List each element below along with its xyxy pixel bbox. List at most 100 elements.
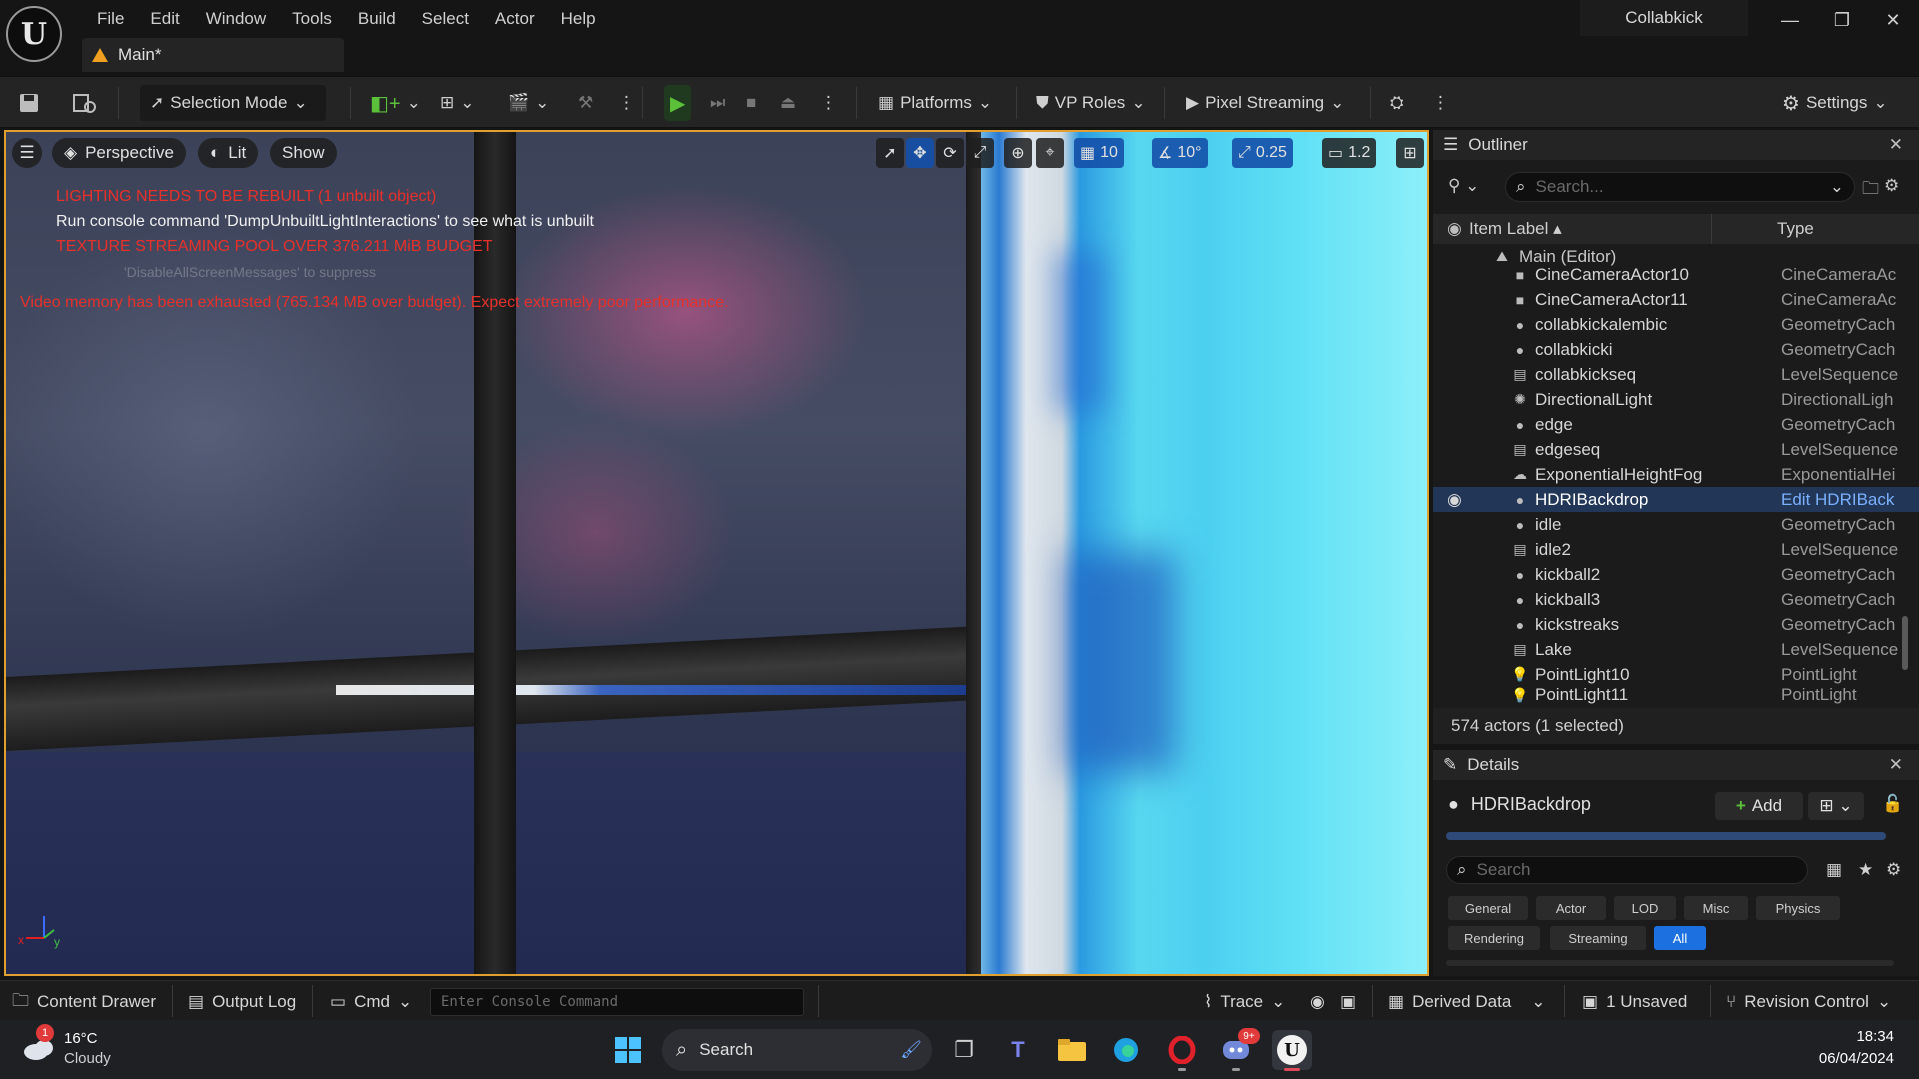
more-options-icon[interactable]: ⋮ <box>618 85 635 121</box>
record-icon[interactable]: ◉ <box>1310 989 1325 1015</box>
component-tree-row[interactable] <box>1446 832 1886 840</box>
scale-tool-icon[interactable]: ⤢ <box>966 138 994 168</box>
table-row[interactable]: ● idle GeometryCach <box>1433 512 1919 537</box>
blueprint-button[interactable]: ⊞ ⌄ <box>440 85 475 121</box>
pixel-streaming-dropdown[interactable]: ▶ Pixel Streaming ⌄ <box>1186 85 1344 121</box>
close-window-button[interactable]: ✕ <box>1867 0 1919 40</box>
star-icon[interactable]: ★ <box>1858 860 1873 880</box>
filter-streaming[interactable]: Streaming <box>1550 926 1646 950</box>
table-row[interactable]: ✺ DirectionalLight DirectionalLigh <box>1433 387 1919 412</box>
vp-roles-dropdown[interactable]: ⛊ VP Roles ⌄ <box>1036 85 1146 121</box>
derived-data-dropdown[interactable]: ▦ Derived Data ⌄ <box>1388 989 1546 1015</box>
filter-misc[interactable]: Misc <box>1684 896 1748 920</box>
table-row[interactable]: 💡 PointLight10 PointLight <box>1433 662 1919 687</box>
table-row[interactable]: ● kickball2 GeometryCach <box>1433 562 1919 587</box>
table-row-selected[interactable]: ◉ ● HDRIBackdrop Edit HDRIBack <box>1433 487 1919 512</box>
settings-dropdown[interactable]: ⚙ Settings ⌄ <box>1782 85 1888 121</box>
file-explorer-icon[interactable] <box>1052 1030 1092 1070</box>
revision-control-dropdown[interactable]: ⑂ Revision Control ⌄ <box>1726 989 1891 1015</box>
opera-browser-icon[interactable] <box>1162 1030 1202 1071</box>
table-row[interactable]: ● kickstreaks GeometryCach <box>1433 612 1919 637</box>
details-tab[interactable]: ✎ Details ✕ <box>1433 750 1919 780</box>
discord-icon[interactable]: 9+ <box>1216 1028 1260 1071</box>
camera-speed-button[interactable]: ▭ 1.2 <box>1322 138 1377 168</box>
viewport-menu-icon[interactable]: ☰ <box>12 138 42 168</box>
play-options-icon[interactable]: ⋮ <box>820 85 837 121</box>
filter-all[interactable]: All <box>1654 926 1706 950</box>
show-button[interactable]: Show <box>270 138 337 168</box>
play-button[interactable]: ▶ <box>664 85 692 121</box>
table-row[interactable]: ■ CineCameraActor11 CineCameraAc <box>1433 287 1919 312</box>
trace-dropdown[interactable]: ⌇ Trace ⌄ <box>1204 989 1285 1015</box>
document-tab[interactable]: Main* <box>82 38 344 72</box>
add-component-button[interactable]: + Add <box>1715 792 1803 820</box>
close-icon[interactable]: ✕ <box>1889 135 1903 155</box>
rotate-tool-icon[interactable]: ⟳ <box>936 138 964 168</box>
filter-general[interactable]: General <box>1448 896 1528 920</box>
menu-help[interactable]: Help <box>548 4 609 34</box>
table-row[interactable]: ▤ Lake LevelSequence <box>1433 637 1919 662</box>
teams-icon[interactable]: T <box>998 1030 1038 1070</box>
translate-tool-icon[interactable]: ✥ <box>906 138 934 168</box>
layout-icon[interactable]: ⊞ <box>1396 138 1424 168</box>
screenshot-icon[interactable]: ▣ <box>1340 989 1356 1015</box>
add-actor-button[interactable]: ◧+ ⌄ <box>370 85 421 121</box>
save-icon[interactable] <box>18 85 40 121</box>
menu-select[interactable]: Select <box>409 4 482 34</box>
taskbar-search[interactable]: ⌕ Search 🖌 <box>662 1029 932 1071</box>
select-tool-icon[interactable]: ➚ <box>876 138 904 168</box>
table-row[interactable]: ● edge GeometryCach <box>1433 412 1919 437</box>
table-row[interactable]: ▤ collabkickseq LevelSequence <box>1433 362 1919 387</box>
scale-snap-toggle[interactable]: ⤢ 0.25 <box>1232 138 1293 168</box>
clock-date[interactable]: 06/04/2024 <box>1780 1050 1894 1067</box>
output-log-button[interactable]: ▤ Output Log <box>188 989 296 1015</box>
menu-edit[interactable]: Edit <box>137 4 192 34</box>
close-icon[interactable]: ✕ <box>1889 755 1903 775</box>
outliner-search-input[interactable]: ⌕ Search... ⌄ <box>1505 172 1855 202</box>
virtual-camera-icon[interactable]: ⛭ <box>1390 85 1404 121</box>
gear-icon[interactable]: ⚙ <box>1886 860 1901 880</box>
outliner-settings-icon[interactable]: ⚙ <box>1884 176 1899 196</box>
perspective-button[interactable]: ◈ Perspective <box>52 138 186 168</box>
surface-snap-icon[interactable]: ⌖ <box>1036 138 1064 168</box>
lock-icon[interactable]: 🔓 <box>1882 794 1903 814</box>
visibility-column-icon[interactable]: ◉ <box>1447 219 1462 239</box>
restore-button[interactable]: ❐ <box>1816 0 1868 40</box>
add-folder-icon[interactable]: 🗀 <box>1862 176 1879 205</box>
unreal-logo-icon[interactable]: U <box>6 6 62 62</box>
rotate-snap-toggle[interactable]: ∡ 10° <box>1152 138 1208 168</box>
filter-actor[interactable]: Actor <box>1536 896 1606 920</box>
unreal-engine-taskbar-icon[interactable]: U <box>1272 1030 1312 1071</box>
menu-actor[interactable]: Actor <box>482 4 548 34</box>
minimize-button[interactable]: — <box>1764 0 1816 40</box>
table-row[interactable]: 💡 PointLight11 PointLight <box>1433 686 1919 704</box>
lit-button[interactable]: ◐ Lit <box>198 138 259 168</box>
table-view-icon[interactable]: ▦ <box>1826 860 1842 880</box>
filter-icon[interactable]: ⚲ ⌄ <box>1448 176 1479 196</box>
world-space-icon[interactable]: ⊕ <box>1004 138 1032 168</box>
menu-tools[interactable]: Tools <box>279 4 345 34</box>
modeling-button[interactable]: ⚒ <box>578 85 593 121</box>
console-input[interactable]: Enter Console Command <box>430 988 804 1016</box>
menu-build[interactable]: Build <box>345 4 409 34</box>
step-button[interactable]: ⏭ <box>710 85 725 121</box>
platforms-dropdown[interactable]: ▦ Platforms ⌄ <box>878 85 992 121</box>
menu-file[interactable]: File <box>84 4 137 34</box>
eject-button[interactable]: ⏏ <box>780 85 796 121</box>
table-row[interactable]: ▤ idle2 LevelSequence <box>1433 537 1919 562</box>
stop-button[interactable]: ■ <box>746 85 756 121</box>
item-label-column[interactable]: Item Label ▴ <box>1469 219 1562 239</box>
table-row[interactable]: ● collabkicki GeometryCach <box>1433 337 1919 362</box>
table-row[interactable]: ■ CineCameraActor10 CineCameraAc <box>1433 262 1919 287</box>
content-drawer-button[interactable]: 🗀 Content Drawer <box>12 989 156 1015</box>
menu-window[interactable]: Window <box>193 4 279 34</box>
weather-widget[interactable]: 1 <box>22 1024 58 1062</box>
browse-level-icon[interactable] <box>72 85 98 121</box>
clock-time[interactable]: 18:34 <box>1800 1028 1894 1045</box>
details-scroll-track[interactable] <box>1446 960 1894 966</box>
cinematics-button[interactable]: 🎬 ⌄ <box>508 85 549 121</box>
grid-snap-toggle[interactable]: ▦ 10 <box>1074 138 1124 168</box>
task-view-icon[interactable]: ❐ <box>944 1030 984 1070</box>
blueprint-dropdown[interactable]: ⊞ ⌄ <box>1808 792 1864 820</box>
visibility-eye-icon[interactable]: ◉ <box>1447 490 1462 510</box>
